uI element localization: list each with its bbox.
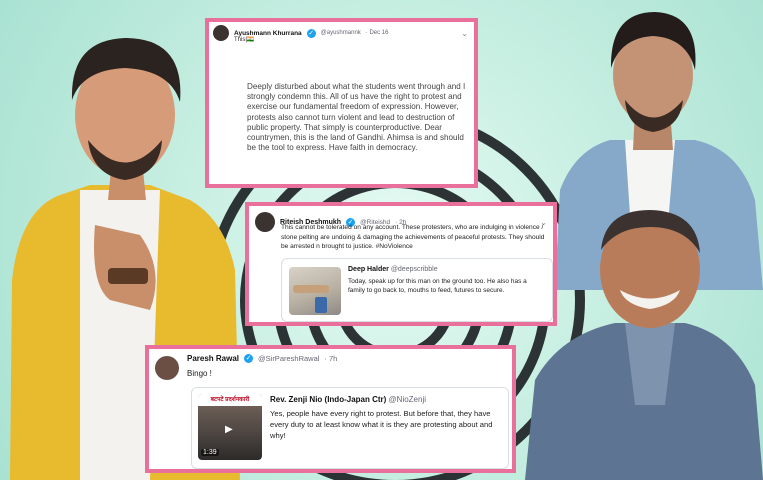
verified-badge-icon: ✓ bbox=[306, 28, 316, 38]
quoted-tweet-header: Deep Halder @deepscribble bbox=[348, 266, 438, 273]
avatar bbox=[255, 212, 275, 232]
quoted-author-handle[interactable]: @NioZenji bbox=[389, 395, 426, 404]
avatar bbox=[213, 25, 229, 41]
quoted-tweet-text: Yes, people have every right to protest.… bbox=[270, 409, 493, 440]
tweet-date: · Dec 16 bbox=[365, 30, 389, 36]
play-icon[interactable]: ▶ bbox=[225, 424, 233, 435]
author-handle[interactable]: @ayushmannk bbox=[321, 30, 361, 36]
author-handle[interactable]: @SirPareshRawal bbox=[258, 354, 319, 363]
tweet-date: · 7h bbox=[324, 354, 338, 363]
quoted-tweet-video[interactable]: बटपटे प्रदर्शनकारी 1:39 ▶ bbox=[198, 394, 262, 460]
quoted-author-handle[interactable]: @deepscribble bbox=[391, 266, 438, 273]
person-right-bottom-photo bbox=[525, 210, 763, 480]
video-duration: 1:39 bbox=[201, 449, 219, 456]
quoted-tweet[interactable]: बटपटे प्रदर्शनकारी 1:39 ▶ Rev. Zenji Nio… bbox=[191, 387, 509, 469]
tweet-card-paresh: Paresh Rawal ✓ @SirPareshRawal · 7h Bing… bbox=[145, 345, 516, 473]
quoted-author-name[interactable]: Deep Halder bbox=[348, 266, 389, 273]
author-name[interactable]: Paresh Rawal bbox=[187, 354, 239, 363]
tweet-text: Deeply disturbed about what the students… bbox=[247, 82, 466, 153]
avatar bbox=[155, 356, 179, 380]
tweet-text: This cannot be tolerated on any account.… bbox=[281, 224, 545, 251]
chevron-down-icon[interactable]: ⌄ bbox=[461, 29, 468, 38]
tweet-text: Bingo ! bbox=[187, 369, 212, 378]
quoted-tweet-text: Today, speak up for this man on the grou… bbox=[348, 278, 527, 295]
quoted-tweet[interactable]: Deep Halder @deepscribble Today, speak u… bbox=[281, 258, 553, 322]
video-caption: बटपटे प्रदर्शनकारी bbox=[198, 394, 262, 406]
quoted-tweet-header: Rev. Zenji Nio (Indo-Japan Ctr) @NioZenj… bbox=[270, 395, 426, 404]
tweet-card-ayushmann: Ayushmann Khurrana ✓ @ayushmannk · Dec 1… bbox=[205, 18, 478, 188]
verified-badge-icon: ✓ bbox=[244, 354, 254, 363]
tweet-card-riteish: Riteish Deshmukh ✓ @Riteishd · 2h ⌄ This… bbox=[245, 202, 557, 326]
tweet-subline: This|🇮🇳 bbox=[234, 37, 255, 43]
quoted-author-name[interactable]: Rev. Zenji Nio (Indo-Japan Ctr) bbox=[270, 395, 386, 404]
quoted-tweet-image[interactable] bbox=[289, 267, 341, 315]
